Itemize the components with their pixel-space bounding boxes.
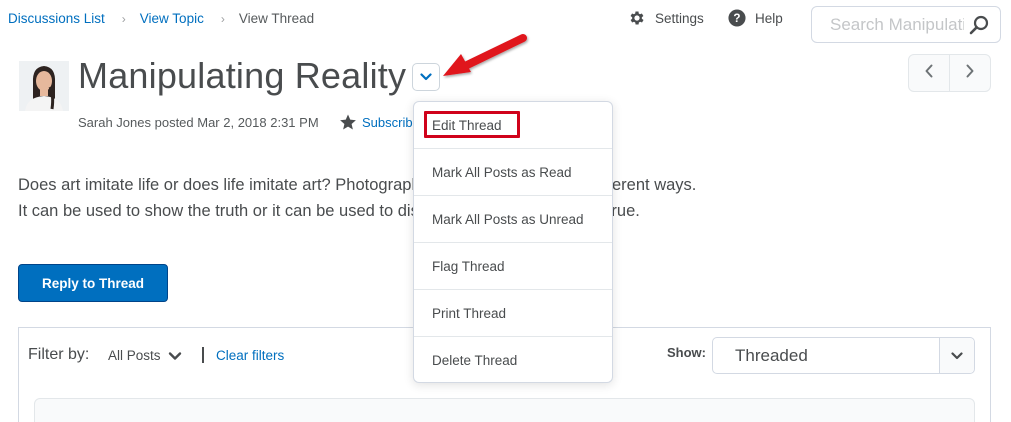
avatar <box>19 61 69 111</box>
menu-item-label: Mark All Posts as Read <box>432 164 572 180</box>
post-card <box>34 398 975 422</box>
filter-by-select[interactable]: All Posts <box>108 348 182 363</box>
gear-icon <box>628 9 646 27</box>
menu-item-label: Edit Thread <box>432 117 502 133</box>
menu-item-print-thread[interactable]: Print Thread <box>414 289 612 336</box>
menu-item-edit-thread[interactable]: Edit Thread <box>414 102 612 148</box>
chevron-down-icon <box>951 347 963 365</box>
thread-actions-menu: Edit Thread Mark All Posts as Read Mark … <box>413 101 613 383</box>
thread-navigation <box>908 54 991 92</box>
menu-item-flag-thread[interactable]: Flag Thread <box>414 242 612 289</box>
show-view-select[interactable]: Threaded <box>712 337 975 374</box>
next-thread-button[interactable] <box>949 55 990 91</box>
svg-text:?: ? <box>733 12 740 25</box>
show-label: Show: <box>667 345 706 360</box>
menu-item-label: Mark All Posts as Unread <box>432 211 584 227</box>
menu-item-label: Flag Thread <box>432 258 505 274</box>
help-icon: ? <box>728 9 746 27</box>
chevron-down-icon <box>420 68 432 86</box>
breadcrumb-separator: › <box>220 11 225 26</box>
search-box <box>811 6 1001 43</box>
help-label: Help <box>755 10 783 26</box>
thread-meta: Sarah Jones posted Mar 2, 2018 2:31 PM <box>78 115 319 130</box>
breadcrumb: Discussions List › View Topic › View Thr… <box>8 11 314 26</box>
subscribe-label: Subscribe <box>362 114 420 130</box>
settings-label: Settings <box>655 10 704 26</box>
filter-value: All Posts <box>108 348 161 363</box>
settings-button[interactable]: Settings <box>628 9 704 27</box>
filter-by-label: Filter by: <box>28 346 90 363</box>
filter-divider <box>202 347 204 363</box>
chevron-right-icon <box>965 64 975 83</box>
search-icon[interactable] <box>968 14 990 36</box>
subscribe-button[interactable]: Subscribe <box>339 113 420 131</box>
previous-thread-button[interactable] <box>909 55 949 91</box>
select-arrow <box>939 338 974 373</box>
menu-item-label: Print Thread <box>432 305 507 321</box>
star-icon <box>339 113 357 131</box>
thread-actions-button[interactable] <box>412 63 440 91</box>
page-title: Manipulating Reality <box>78 55 407 96</box>
show-view-value: Threaded <box>735 346 808 365</box>
chevron-down-icon <box>168 349 182 363</box>
menu-item-delete-thread[interactable]: Delete Thread <box>414 336 612 383</box>
menu-item-mark-all-unread[interactable]: Mark All Posts as Unread <box>414 195 612 242</box>
annotation-arrow-icon <box>443 34 527 76</box>
breadcrumb-view-topic[interactable]: View Topic <box>140 11 204 26</box>
reply-to-thread-button[interactable]: Reply to Thread <box>18 264 168 302</box>
breadcrumb-current: View Thread <box>238 11 315 26</box>
menu-item-label: Delete Thread <box>432 352 518 368</box>
clear-filters-link[interactable]: Clear filters <box>216 348 284 363</box>
menu-item-mark-all-read[interactable]: Mark All Posts as Read <box>414 148 612 195</box>
chevron-left-icon <box>924 64 934 83</box>
help-button[interactable]: ? Help <box>728 9 783 27</box>
breadcrumb-separator: › <box>121 11 126 26</box>
breadcrumb-discussions-list[interactable]: Discussions List <box>8 11 105 26</box>
